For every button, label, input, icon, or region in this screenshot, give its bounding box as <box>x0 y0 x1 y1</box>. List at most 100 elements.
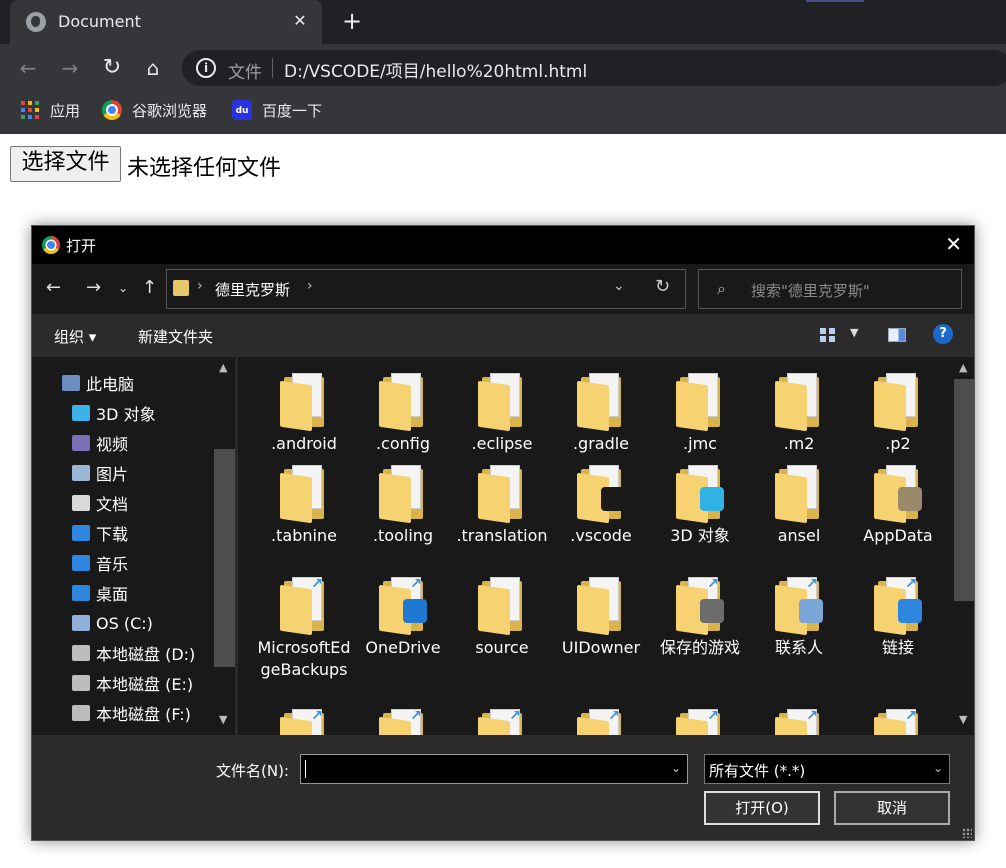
home-icon[interactable]: ⌂ <box>139 54 167 82</box>
scroll-down-icon[interactable]: ▼ <box>959 713 967 726</box>
resize-grip-icon[interactable] <box>962 828 972 838</box>
nav-item[interactable]: 音乐 <box>72 551 128 575</box>
nav-item[interactable]: 文档 <box>72 491 128 515</box>
folder-item[interactable]: ↗ <box>850 709 946 735</box>
folder-item[interactable]: ↗ 链接 <box>850 577 946 659</box>
preview-pane-icon[interactable] <box>888 328 906 342</box>
dialog-back-icon[interactable]: ← <box>46 277 61 298</box>
choose-file-button[interactable]: 选择文件 <box>10 146 121 182</box>
up-icon[interactable]: ↑ <box>142 277 157 298</box>
folder-item[interactable]: ↗ <box>652 709 748 735</box>
nav-scrollbar[interactable]: ▲ ▼ <box>214 357 235 735</box>
nav-item[interactable]: 本地磁盘 (E:) <box>72 671 193 695</box>
reload-icon[interactable]: ↻ <box>98 54 126 82</box>
info-icon[interactable]: i <box>196 58 216 78</box>
folder-item[interactable]: ↗ OneDrive <box>355 577 451 659</box>
dialog-close-icon[interactable]: ✕ <box>945 232 962 256</box>
folder-item[interactable]: .m2 <box>751 373 847 455</box>
folder-item[interactable]: ansel <box>751 465 847 547</box>
filetype-select[interactable]: 所有文件 (*.*) ⌄ <box>704 754 950 784</box>
nav-item[interactable]: 下载 <box>72 521 128 545</box>
folder-item[interactable]: .tooling <box>355 465 451 547</box>
bookmark-label: 谷歌浏览器 <box>132 101 208 120</box>
folder-item[interactable]: .eclipse <box>454 373 550 455</box>
nav-item[interactable]: 视频 <box>72 431 128 455</box>
folder-item[interactable]: source <box>454 577 550 659</box>
nav-item-icon <box>72 555 90 571</box>
folder-item[interactable]: ↗ <box>454 709 550 735</box>
folder-item[interactable]: .config <box>355 373 451 455</box>
folder-item[interactable]: .p2 <box>850 373 946 455</box>
dialog-title: 打开 <box>66 237 97 255</box>
nav-item[interactable]: 本地磁盘 (F:) <box>72 701 191 725</box>
folder-icon: ↗ <box>280 577 328 636</box>
bookmark-chrome[interactable]: 谷歌浏览器 <box>102 92 207 128</box>
chevron-down-icon[interactable]: ⌄ <box>671 761 681 775</box>
folder-item[interactable]: UIDowner <box>553 577 649 659</box>
bookmark-baidu[interactable]: du 百度一下 <box>232 92 322 128</box>
scroll-up-icon[interactable]: ▲ <box>219 361 227 374</box>
folder-icon: ↗ <box>676 709 724 735</box>
nav-item[interactable]: 3D 对象 <box>72 401 156 425</box>
folder-item[interactable]: ↗ MicrosoftEdgeBackups <box>256 577 352 681</box>
folder-item[interactable]: ↗ <box>256 709 352 735</box>
folder-item[interactable]: .android <box>256 373 352 455</box>
back-icon[interactable]: ← <box>14 54 42 82</box>
nav-scroll-thumb[interactable] <box>214 449 235 667</box>
nav-item[interactable]: 此电脑 <box>62 371 134 395</box>
nav-item-icon <box>72 705 90 721</box>
address-url[interactable]: D:/VSCODE/项目/hello%20html.html <box>284 57 587 82</box>
folder-item[interactable]: ↗ <box>355 709 451 735</box>
tab-close-icon[interactable]: ✕ <box>288 9 312 33</box>
address-bar[interactable]: i 文件 D:/VSCODE/项目/hello%20html.html <box>182 50 1006 86</box>
address-separator <box>272 58 273 78</box>
nav-item-icon <box>72 585 90 601</box>
bookmark-apps[interactable]: 应用 <box>20 92 80 128</box>
scroll-up-icon[interactable]: ▲ <box>959 361 967 374</box>
folder-icon <box>379 465 427 524</box>
folder-item[interactable]: .vscode <box>553 465 649 547</box>
filename-input[interactable]: ⌄ <box>300 754 688 784</box>
folder-item[interactable]: ↗ <box>751 709 847 735</box>
chevron-down-icon[interactable]: ⌄ <box>933 761 943 775</box>
search-placeholder: 搜索"德里克罗斯" <box>751 282 870 300</box>
help-icon[interactable]: ? <box>933 324 953 344</box>
nav-item[interactable]: 本地磁盘 (D:) <box>72 641 195 665</box>
folder-item[interactable]: .translation <box>454 465 550 547</box>
folder-item[interactable]: 3D 对象 <box>652 465 748 547</box>
folder-item[interactable]: ↗ <box>553 709 649 735</box>
path-crumb[interactable]: 德里克罗斯 <box>215 279 290 300</box>
nav-item[interactable]: 图片 <box>72 461 128 485</box>
dialog-forward-icon[interactable]: → <box>86 277 101 298</box>
recent-locations-icon[interactable]: ⌄ <box>118 281 128 295</box>
nav-item[interactable]: OS (C:) <box>72 611 153 635</box>
folder-item[interactable]: .gradle <box>553 373 649 455</box>
scroll-down-icon[interactable]: ▼ <box>219 713 227 726</box>
refresh-icon[interactable]: ↻ <box>655 276 670 297</box>
folder-item[interactable]: AppData <box>850 465 946 547</box>
nav-item[interactable]: 桌面 <box>72 581 128 605</box>
chevron-right-icon[interactable]: › <box>307 278 313 294</box>
search-input[interactable]: ⌕ 搜索"德里克罗斯" <box>698 269 962 309</box>
new-folder-button[interactable]: 新建文件夹 <box>138 326 213 347</box>
open-button[interactable]: 打开(O) <box>704 791 820 825</box>
new-tab-button[interactable]: + <box>338 8 366 36</box>
chevron-down-icon[interactable]: ⌄ <box>613 278 625 294</box>
content-scrollbar[interactable]: ▲ ▼ <box>954 357 974 735</box>
folder-item[interactable]: ↗ 保存的游戏 <box>652 577 748 659</box>
tab-document[interactable]: Document ✕ <box>10 0 322 44</box>
folder-item[interactable]: .jmc <box>652 373 748 455</box>
view-dropdown-icon[interactable]: ▼ <box>850 326 858 339</box>
nav-item-label: OS (C:) <box>96 613 153 633</box>
nav-item-icon <box>72 405 90 421</box>
folder-item[interactable]: ↗ 联系人 <box>751 577 847 659</box>
organize-button[interactable]: 组织 ▾ <box>54 326 96 347</box>
content-scroll-thumb[interactable] <box>954 379 974 601</box>
folder-item[interactable]: .tabnine <box>256 465 352 547</box>
nav-item-label: 桌面 <box>96 585 129 604</box>
cancel-button[interactable]: 取消 <box>834 791 950 825</box>
path-box[interactable]: › 德里克罗斯 › ⌄ ↻ <box>166 269 686 309</box>
forward-icon[interactable]: → <box>56 54 84 82</box>
chevron-right-icon[interactable]: › <box>197 278 203 294</box>
view-grid-icon[interactable] <box>820 328 836 342</box>
